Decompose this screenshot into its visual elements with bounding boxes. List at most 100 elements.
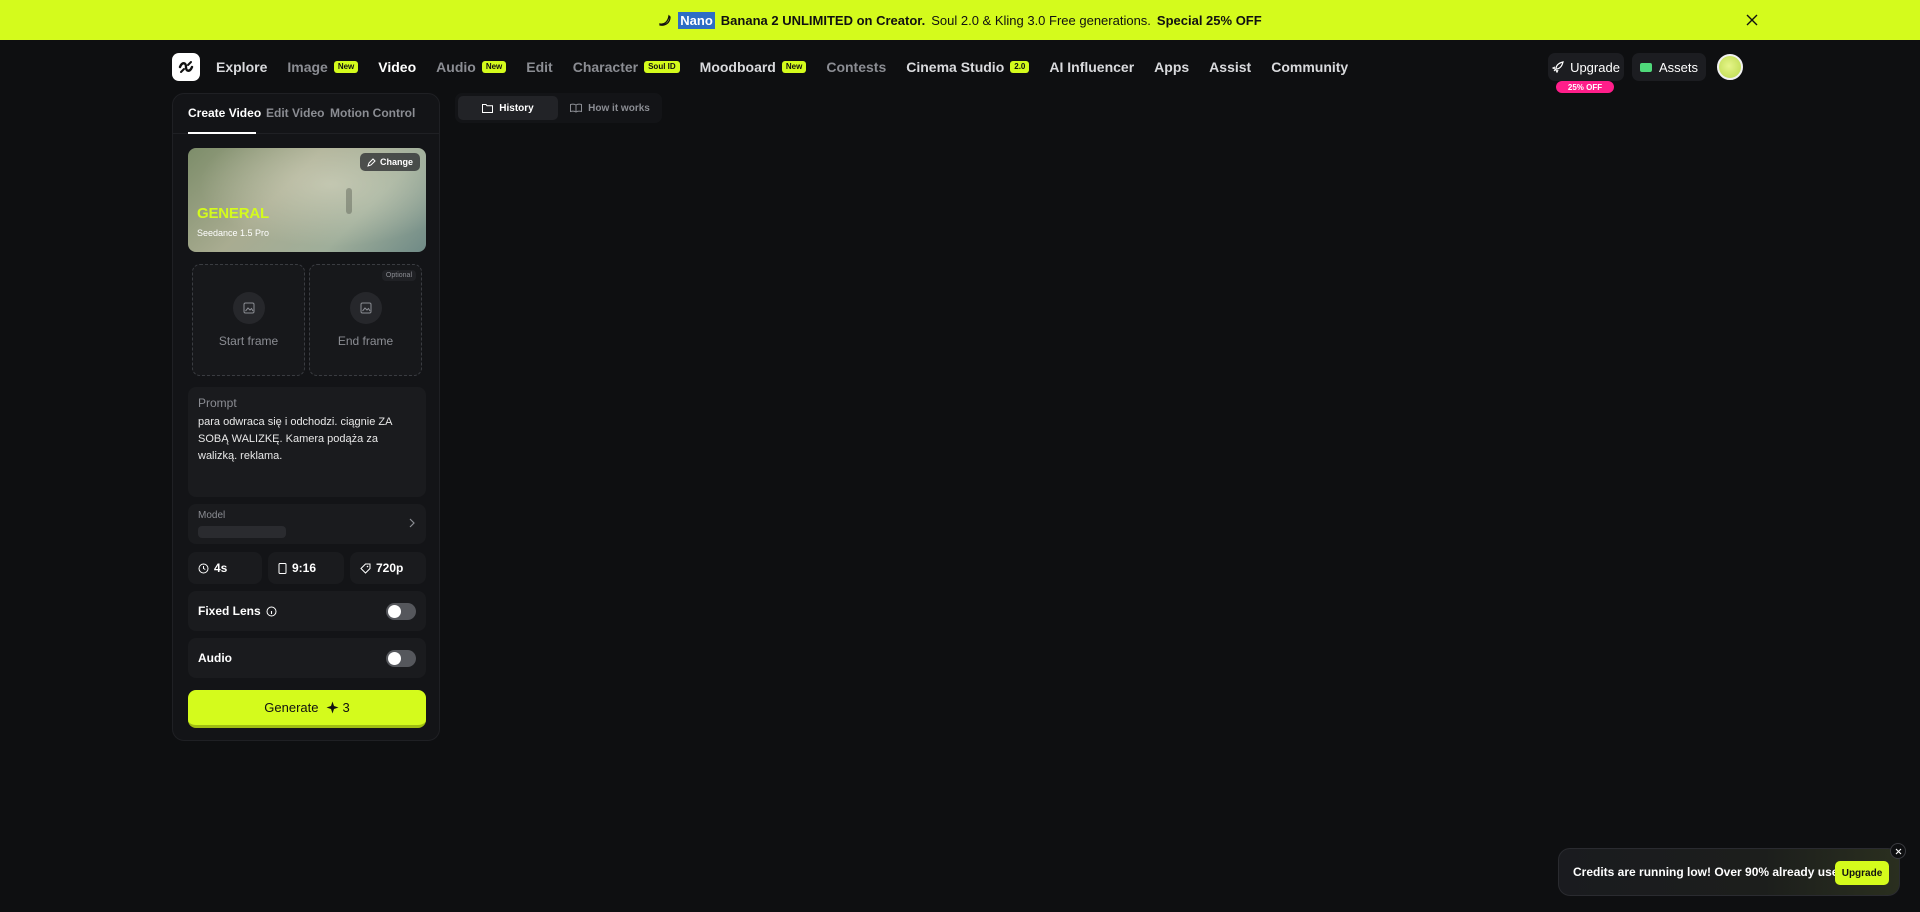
nav-item-ai-influencer[interactable]: AI Influencer: [1049, 59, 1134, 75]
nav-label: Edit: [526, 59, 553, 75]
aspect-ratio-value: 9:16: [292, 561, 317, 575]
fixed-lens-row: Fixed Lens: [188, 591, 426, 631]
model-label: Model: [198, 510, 226, 521]
nav-label: Audio: [436, 59, 476, 75]
new-badge: New: [333, 61, 359, 73]
toast-close-button[interactable]: [1890, 843, 1906, 859]
audio-toggle[interactable]: [386, 650, 416, 667]
end-frame-upload[interactable]: Optional End frame: [309, 264, 422, 376]
info-icon[interactable]: [266, 606, 277, 617]
audio-label: Audio: [198, 651, 232, 665]
folder-icon: [482, 104, 494, 113]
nav-item-image[interactable]: Image New: [287, 59, 359, 75]
nav-items: Explore Image New Video Audio New Edit Cha…: [216, 40, 1348, 94]
nav-label: Assist: [1209, 59, 1252, 75]
version-badge: 2.0: [1010, 61, 1030, 73]
duration-value: 4s: [214, 561, 228, 575]
nav-item-audio[interactable]: Audio New: [436, 59, 507, 75]
credit-cost: 3: [342, 700, 350, 715]
nav-label: AI Influencer: [1049, 59, 1135, 75]
aspect-ratio-selector[interactable]: 9:16: [268, 552, 344, 584]
model-preset-card[interactable]: GENERAL Seedance 1.5 Pro Change: [188, 148, 426, 252]
panel-tabs: Create Video Edit Video Motion Control: [173, 94, 439, 134]
promo-banner-content[interactable]: Nano Banana 2 UNLIMITED on Creator. Soul…: [658, 11, 1262, 29]
fixed-lens-label: Fixed Lens: [198, 604, 261, 618]
nav-label: Apps: [1154, 59, 1190, 75]
image-icon: [350, 292, 382, 324]
nav-item-moodboard[interactable]: Moodboard New: [700, 59, 807, 75]
preset-subtitle: Seedance 1.5 Pro: [197, 228, 270, 238]
logo-icon: [178, 61, 194, 73]
top-navbar: Explore Image New Video Audio New Edit Cha…: [0, 40, 1920, 94]
nav-label: Moodboard: [699, 59, 776, 75]
start-frame-label: Start frame: [218, 334, 279, 348]
preset-title: GENERAL: [197, 205, 269, 222]
chevron-right-icon: [409, 518, 415, 528]
close-icon: [1746, 14, 1758, 26]
duration-selector[interactable]: 4s: [188, 552, 262, 584]
promo-text: Soul 2.0 & Kling 3.0 Free generations.: [931, 12, 1151, 28]
nav-label: Character: [572, 59, 639, 75]
phone-icon: [278, 562, 287, 574]
rocket-icon: [1552, 61, 1564, 73]
book-icon: [570, 103, 583, 113]
image-icon: [233, 292, 265, 324]
assets-label: Assets: [1658, 59, 1698, 75]
nav-label: Contests: [826, 59, 887, 75]
how-it-works-label: How it works: [588, 102, 650, 114]
tab-motion-control[interactable]: Motion Control: [330, 106, 415, 120]
nav-item-character[interactable]: Character Soul ID: [573, 59, 680, 75]
logo[interactable]: [172, 53, 200, 81]
nav-label: Explore: [216, 59, 268, 75]
toggle-knob: [388, 652, 401, 665]
sparkle-icon: [326, 701, 339, 714]
upgrade-button[interactable]: Upgrade: [1548, 53, 1624, 81]
tab-how-it-works[interactable]: How it works: [561, 96, 659, 120]
avatar[interactable]: [1717, 54, 1743, 80]
generate-button[interactable]: Generate 3: [188, 690, 426, 728]
folder-icon: [1639, 62, 1652, 72]
start-frame-upload[interactable]: Start frame: [192, 264, 305, 376]
soul-id-badge: Soul ID: [644, 61, 680, 73]
prompt-input[interactable]: Prompt para odwraca się i odchodzi. ciąg…: [188, 387, 426, 497]
active-tab-indicator: [188, 132, 256, 134]
model-selector[interactable]: Model: [188, 504, 426, 544]
nav-label: Image: [287, 59, 328, 75]
optional-badge: Optional: [381, 270, 416, 281]
nav-item-explore[interactable]: Explore: [216, 59, 267, 75]
generate-label: Generate: [264, 700, 319, 715]
fixed-lens-toggle[interactable]: [386, 603, 416, 620]
promo-highlight: Nano: [678, 11, 715, 29]
create-panel: Create Video Edit Video Motion Control G…: [172, 93, 440, 741]
toast-message: Credits are running low! Over 90% alread…: [1573, 865, 1846, 879]
nav-item-contests[interactable]: Contests: [826, 59, 886, 75]
generate-cost: 3: [326, 700, 350, 715]
tab-create-video[interactable]: Create Video: [188, 106, 261, 120]
prompt-text[interactable]: para odwraca się i odchodzi. ciągnie ZA …: [198, 414, 416, 465]
model-loading-placeholder: [198, 526, 286, 538]
change-preset-button[interactable]: Change: [359, 153, 420, 171]
nav-label: Community: [1271, 59, 1349, 75]
upgrade-label: Upgrade: [1570, 59, 1620, 75]
promo-offer: Special 25% OFF: [1156, 12, 1262, 28]
promo-banner: Nano Banana 2 UNLIMITED on Creator. Soul…: [0, 0, 1920, 40]
assets-button[interactable]: Assets: [1632, 53, 1706, 81]
toggle-knob: [388, 605, 401, 618]
tab-history[interactable]: History: [458, 96, 558, 120]
banner-close-button[interactable]: [1742, 10, 1762, 30]
tab-edit-video[interactable]: Edit Video: [266, 106, 324, 120]
nav-item-cinema-studio[interactable]: Cinema Studio 2.0: [906, 59, 1030, 75]
nav-item-community[interactable]: Community: [1271, 59, 1348, 75]
close-icon: [1895, 848, 1901, 854]
toast-upgrade-button[interactable]: Upgrade: [1835, 861, 1889, 885]
new-badge: New: [781, 61, 807, 73]
resolution-selector[interactable]: 720p: [350, 552, 426, 584]
nav-item-edit[interactable]: Edit: [526, 59, 552, 75]
nav-label: Cinema Studio: [906, 59, 1005, 75]
promo-bold-text: Banana 2 UNLIMITED on Creator.: [720, 12, 926, 28]
nav-label: Video: [378, 59, 417, 75]
nav-item-assist[interactable]: Assist: [1209, 59, 1251, 75]
nav-item-video[interactable]: Video: [378, 59, 416, 75]
credits-toast: Credits are running low! Over 90% alread…: [1558, 848, 1900, 896]
nav-item-apps[interactable]: Apps: [1154, 59, 1189, 75]
